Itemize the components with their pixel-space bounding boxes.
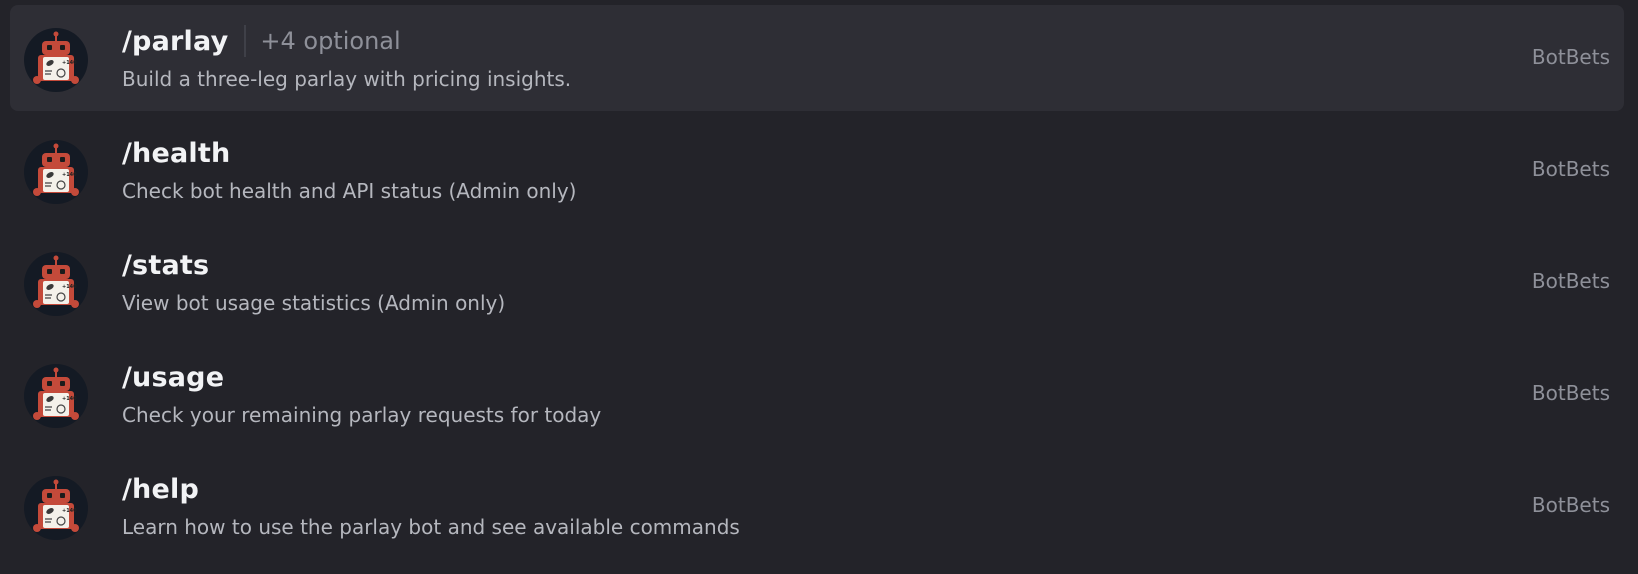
bot-avatar-icon: +140 xyxy=(24,476,88,540)
command-row-health[interactable]: +140 /health Check bot health and API st… xyxy=(10,117,1624,223)
command-header: /parlay +4 optional xyxy=(122,23,401,59)
command-header: /health xyxy=(122,135,230,171)
command-source: BotBets xyxy=(1531,269,1610,293)
optional-params-count: +4 optional xyxy=(260,27,401,55)
command-list: +140 /parlay +4 optional Build a three-l… xyxy=(10,5,1624,565)
command-header: /stats xyxy=(122,247,209,283)
command-row-usage[interactable]: +140 /usage Check your remaining parlay … xyxy=(10,341,1624,447)
command-description: Check bot health and API status (Admin o… xyxy=(122,179,577,203)
avatar-badge-text: +140 xyxy=(62,508,77,514)
command-source: BotBets xyxy=(1531,45,1610,69)
command-name: /stats xyxy=(122,249,210,281)
command-name: /help xyxy=(122,473,199,505)
bot-avatar-icon: +140 xyxy=(24,252,88,316)
command-description: Build a three-leg parlay with pricing in… xyxy=(122,67,572,91)
command-row-help[interactable]: +140 /help Learn how to use the parlay b… xyxy=(10,453,1624,559)
command-description: View bot usage statistics (Admin only) xyxy=(122,291,506,315)
bot-avatar-icon: +140 xyxy=(24,364,88,428)
command-header: /usage xyxy=(122,359,224,395)
bot-avatar-icon: +140 xyxy=(24,140,88,204)
command-description: Check your remaining parlay requests for… xyxy=(122,403,602,427)
command-name: /usage xyxy=(122,361,225,393)
avatar-badge-text: +140 xyxy=(62,396,77,402)
bot-avatar-icon: +140 xyxy=(24,28,88,92)
command-name: /health xyxy=(122,137,231,169)
command-row-stats[interactable]: +140 /stats View bot usage statistics (A… xyxy=(10,229,1624,335)
avatar-badge-text: +140 xyxy=(62,172,77,178)
command-source: BotBets xyxy=(1531,493,1610,517)
avatar-badge-text: +140 xyxy=(62,60,77,66)
command-source: BotBets xyxy=(1531,381,1610,405)
command-row-parlay[interactable]: +140 /parlay +4 optional Build a three-l… xyxy=(10,5,1624,111)
command-header: /help xyxy=(122,471,199,507)
command-description: Learn how to use the parlay bot and see … xyxy=(122,515,740,539)
divider xyxy=(244,25,247,57)
command-source: BotBets xyxy=(1531,157,1610,181)
avatar-badge-text: +140 xyxy=(62,284,77,290)
command-name: /parlay xyxy=(122,25,229,57)
